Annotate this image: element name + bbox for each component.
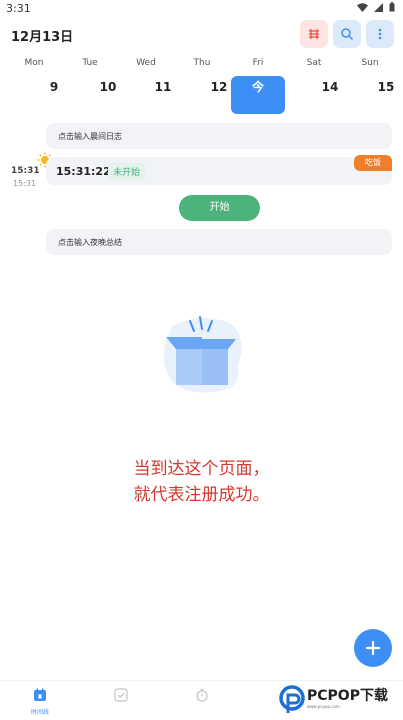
- nav-item-timer[interactable]: [177, 687, 227, 706]
- weekday-label: Wed: [136, 58, 156, 68]
- header: 12月13日: [0, 18, 403, 50]
- battery-icon: [389, 2, 395, 12]
- filter-button[interactable]: [300, 20, 328, 48]
- timeline-time-sub: 15:31: [13, 179, 37, 188]
- more-button[interactable]: [366, 20, 394, 48]
- weekday-label: Tue: [82, 58, 98, 68]
- registration-success-message: 当到达这个页面， 就代表注册成功。: [0, 456, 403, 508]
- start-button[interactable]: 开始: [179, 195, 260, 221]
- weekday-label: Thu: [193, 58, 211, 68]
- status-bar: 3:31: [0, 0, 403, 16]
- day-cell[interactable]: 14: [310, 76, 350, 114]
- status-icons: [357, 2, 395, 12]
- morning-journal-placeholder: 点击输入晨间日志: [58, 132, 122, 141]
- day-cell[interactable]: 11: [143, 76, 183, 114]
- day-cell-today[interactable]: 今: [231, 76, 285, 114]
- sort-icon: [309, 29, 319, 39]
- weekday-label: Sun: [361, 58, 379, 68]
- nav-item-label: 时间线: [30, 709, 49, 716]
- night-summary-card[interactable]: 点击输入夜晚总结: [46, 229, 392, 255]
- stopwatch-icon: [196, 688, 208, 702]
- watermark-logo: PCPOP下载 www.pcpop.com: [279, 683, 401, 717]
- nav-item-timeline[interactable]: 时间线: [15, 687, 65, 716]
- pcpop-logo-icon: [279, 685, 305, 713]
- search-button[interactable]: [333, 20, 361, 48]
- plus-icon: [365, 640, 381, 656]
- weekday-label: Fri: [252, 58, 264, 68]
- day-cell[interactable]: 9: [34, 76, 74, 114]
- watermark-brand: PCPOP下载: [307, 688, 388, 704]
- event-card[interactable]: 15:31:22 未开始 吃饭: [46, 155, 392, 185]
- message-line-1: 当到达这个页面，: [133, 459, 270, 479]
- timeline-time: 15:31: [11, 166, 40, 176]
- status-badge: 未开始: [108, 163, 146, 180]
- day-cell[interactable]: 15: [366, 76, 403, 114]
- weekday-row: Mon Tue Wed Thu Fri Sat Sun: [0, 58, 403, 72]
- event-time: 15:31:22: [56, 165, 111, 178]
- page-title: 12月13日: [11, 30, 74, 45]
- nav-item-tasks[interactable]: [96, 687, 146, 706]
- night-summary-placeholder: 点击输入夜晚总结: [58, 238, 122, 247]
- search-icon: [341, 28, 354, 41]
- signal-icon: [374, 2, 383, 12]
- checkbox-icon: [114, 688, 128, 702]
- day-cell[interactable]: 10: [88, 76, 128, 114]
- more-vertical-icon: [378, 28, 382, 40]
- day-row: 9 10 11 12 今 14 15: [0, 76, 403, 116]
- weekday-label: Mon: [24, 58, 44, 68]
- message-line-2: 就代表注册成功。: [133, 485, 270, 505]
- empty-box-illustration: [164, 316, 242, 393]
- event-tag: 吃饭: [354, 155, 392, 171]
- status-time: 3:31: [6, 2, 31, 15]
- weekday-label: Sat: [306, 58, 322, 68]
- wifi-icon: [357, 2, 368, 12]
- morning-journal-card[interactable]: 点击输入晨间日志: [46, 123, 392, 149]
- add-button[interactable]: [354, 629, 392, 667]
- calendar-icon: [34, 688, 46, 701]
- watermark-sub: www.pcpop.com: [307, 704, 340, 709]
